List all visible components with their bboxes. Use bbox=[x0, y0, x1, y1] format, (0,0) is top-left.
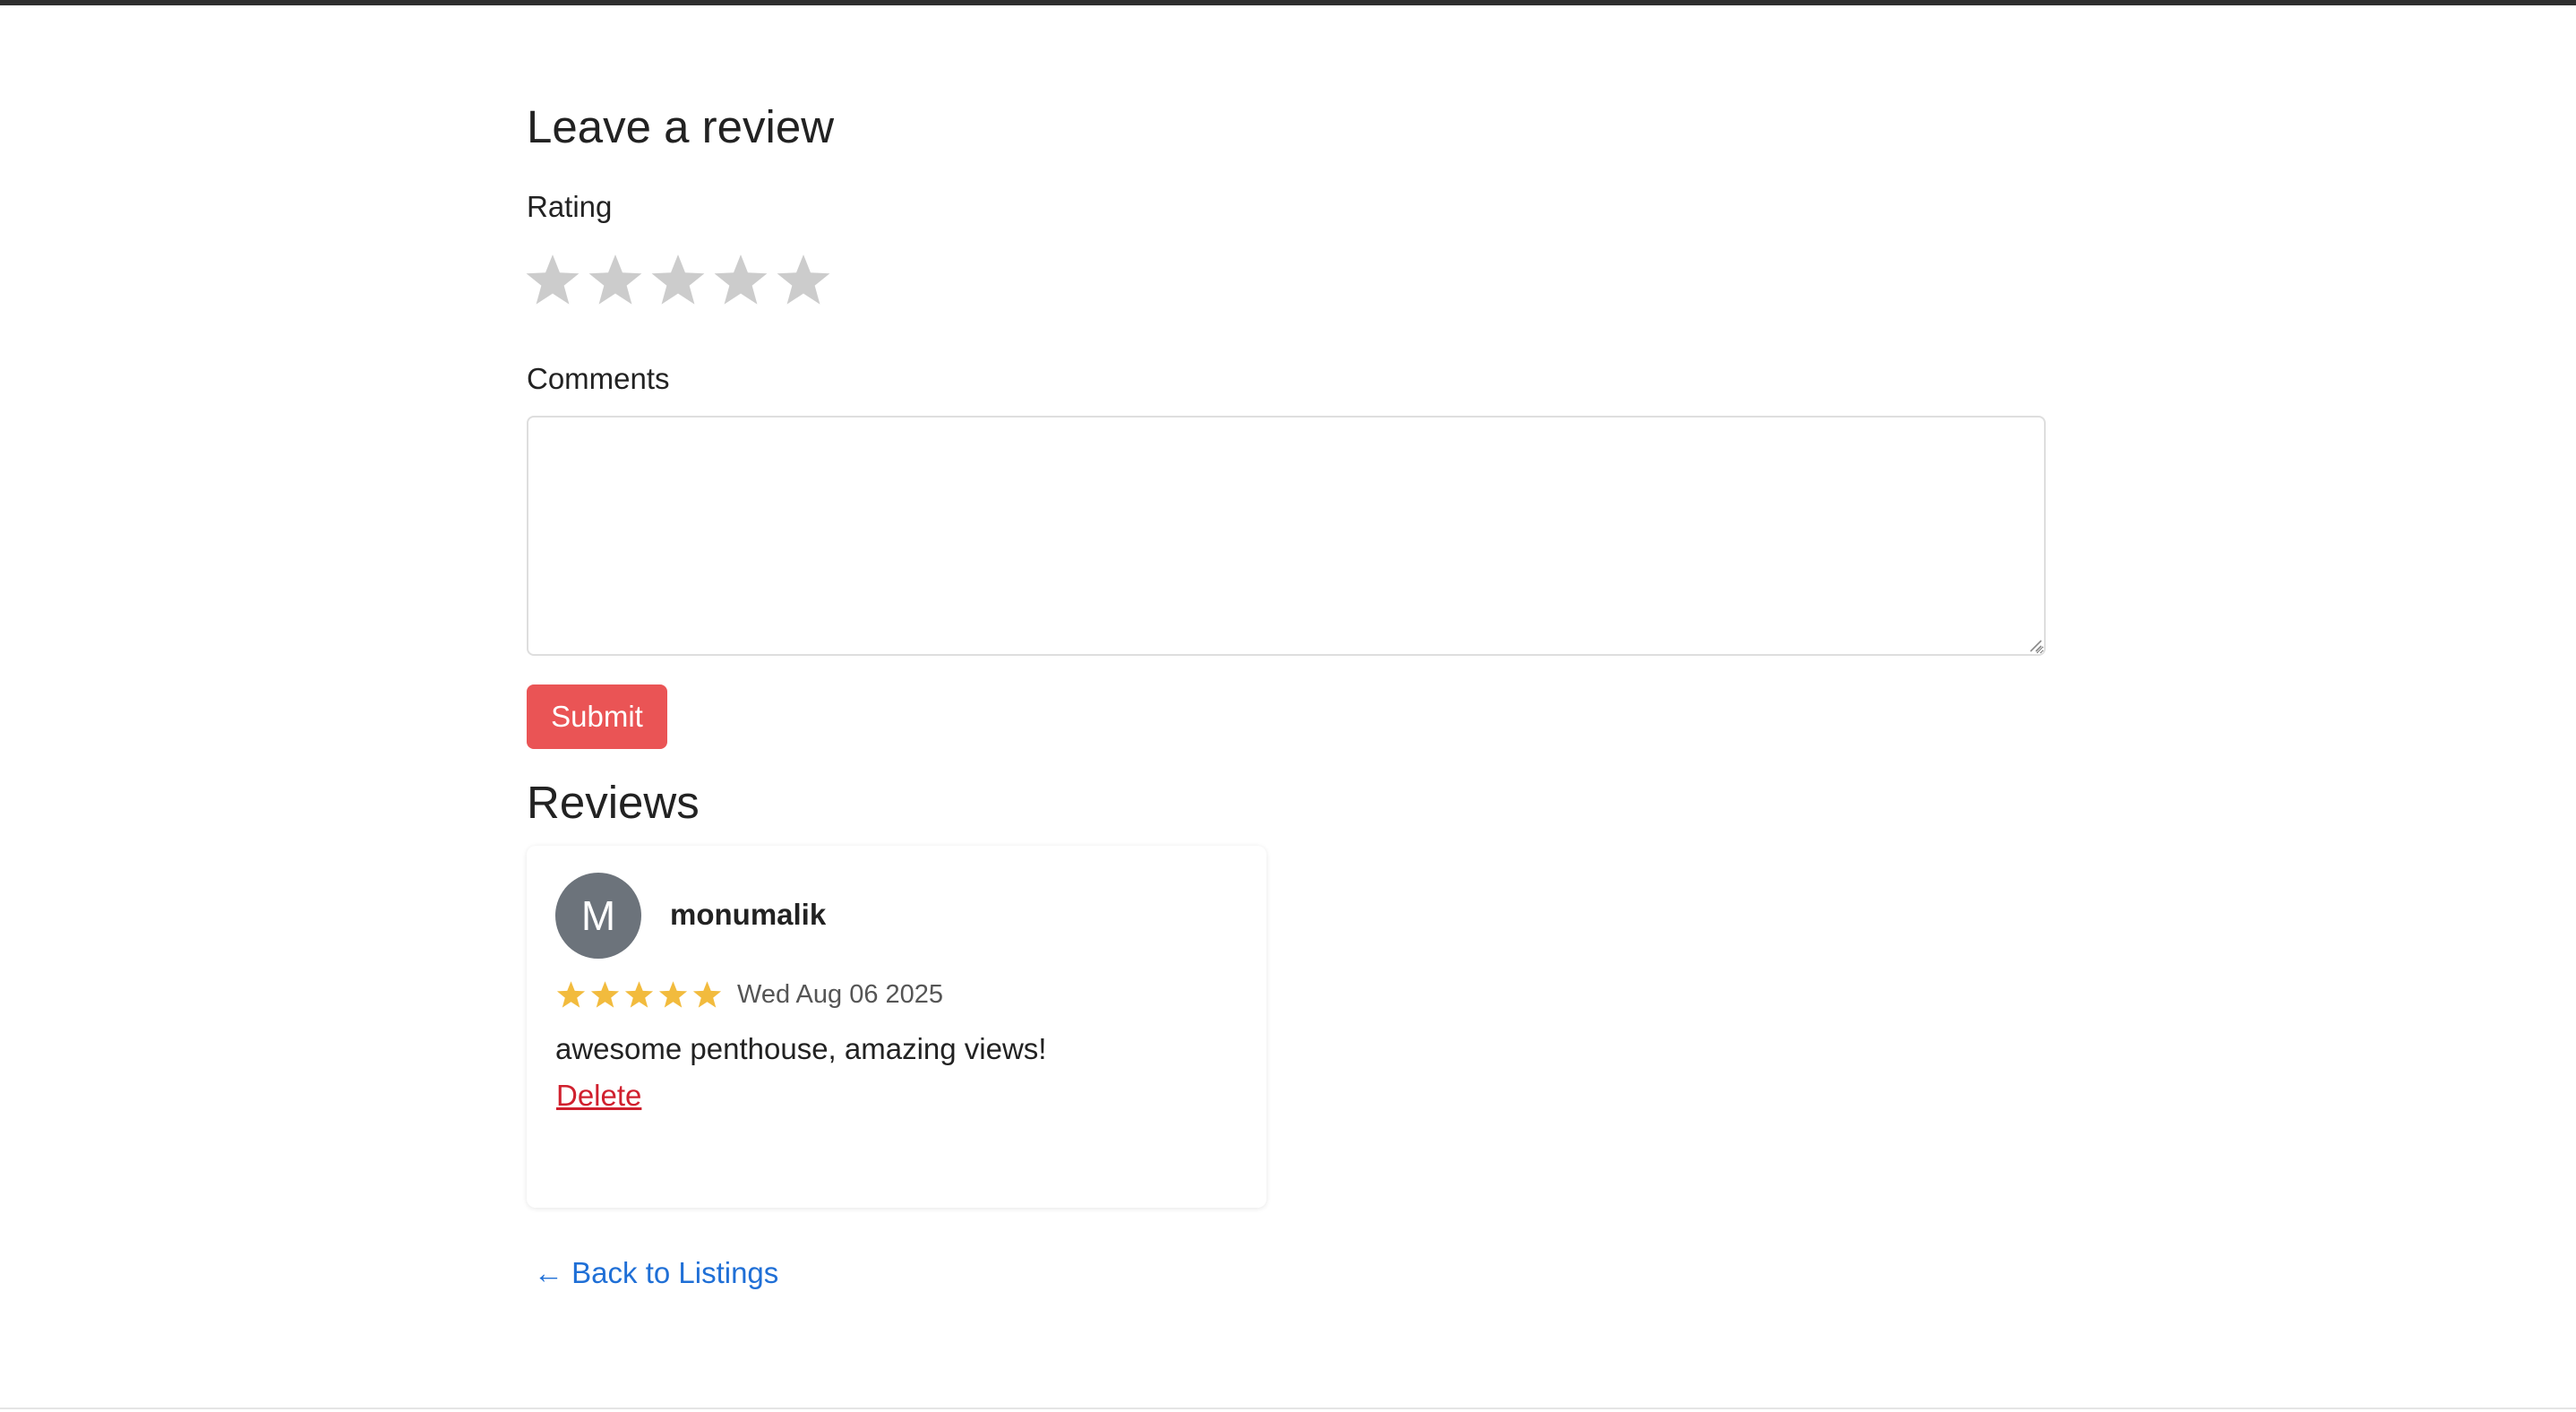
rating-star-5[interactable] bbox=[774, 247, 833, 314]
top-border bbox=[0, 0, 2576, 5]
review-rating-stars bbox=[555, 978, 723, 1011]
footer-divider bbox=[0, 1408, 2576, 1409]
star-icon bbox=[623, 978, 655, 1011]
star-icon bbox=[555, 978, 587, 1011]
star-icon bbox=[777, 254, 830, 305]
star-icon bbox=[714, 254, 768, 305]
review-card: M monumalik Wed Aug 06 2025 awesome pent… bbox=[527, 846, 1267, 1208]
review-username: monumalik bbox=[670, 898, 827, 931]
star-icon bbox=[651, 254, 705, 305]
back-to-listings-link[interactable]: ← Back to Listings bbox=[534, 1256, 778, 1290]
comments-label: Comments bbox=[527, 362, 670, 395]
leave-review-heading: Leave a review bbox=[527, 101, 835, 152]
star-icon bbox=[588, 254, 642, 305]
reviews-heading: Reviews bbox=[527, 777, 700, 828]
star-icon bbox=[526, 254, 580, 305]
rating-star-input bbox=[523, 247, 833, 314]
review-comment: awesome penthouse, amazing views! bbox=[555, 1032, 1047, 1065]
delete-review-link[interactable]: Delete bbox=[556, 1079, 641, 1113]
rating-star-3[interactable] bbox=[648, 247, 708, 314]
rating-label: Rating bbox=[527, 190, 613, 223]
avatar: M bbox=[555, 873, 641, 959]
star-icon bbox=[691, 978, 723, 1011]
rating-star-2[interactable] bbox=[586, 247, 645, 314]
resize-grip-icon[interactable] bbox=[2026, 636, 2042, 652]
rating-star-4[interactable] bbox=[711, 247, 770, 314]
rating-star-1[interactable] bbox=[523, 247, 582, 314]
star-icon bbox=[589, 978, 621, 1011]
star-icon bbox=[657, 978, 689, 1011]
submit-button[interactable]: Submit bbox=[527, 684, 667, 749]
review-date: Wed Aug 06 2025 bbox=[737, 980, 944, 1009]
comments-textarea[interactable] bbox=[527, 416, 2046, 656]
